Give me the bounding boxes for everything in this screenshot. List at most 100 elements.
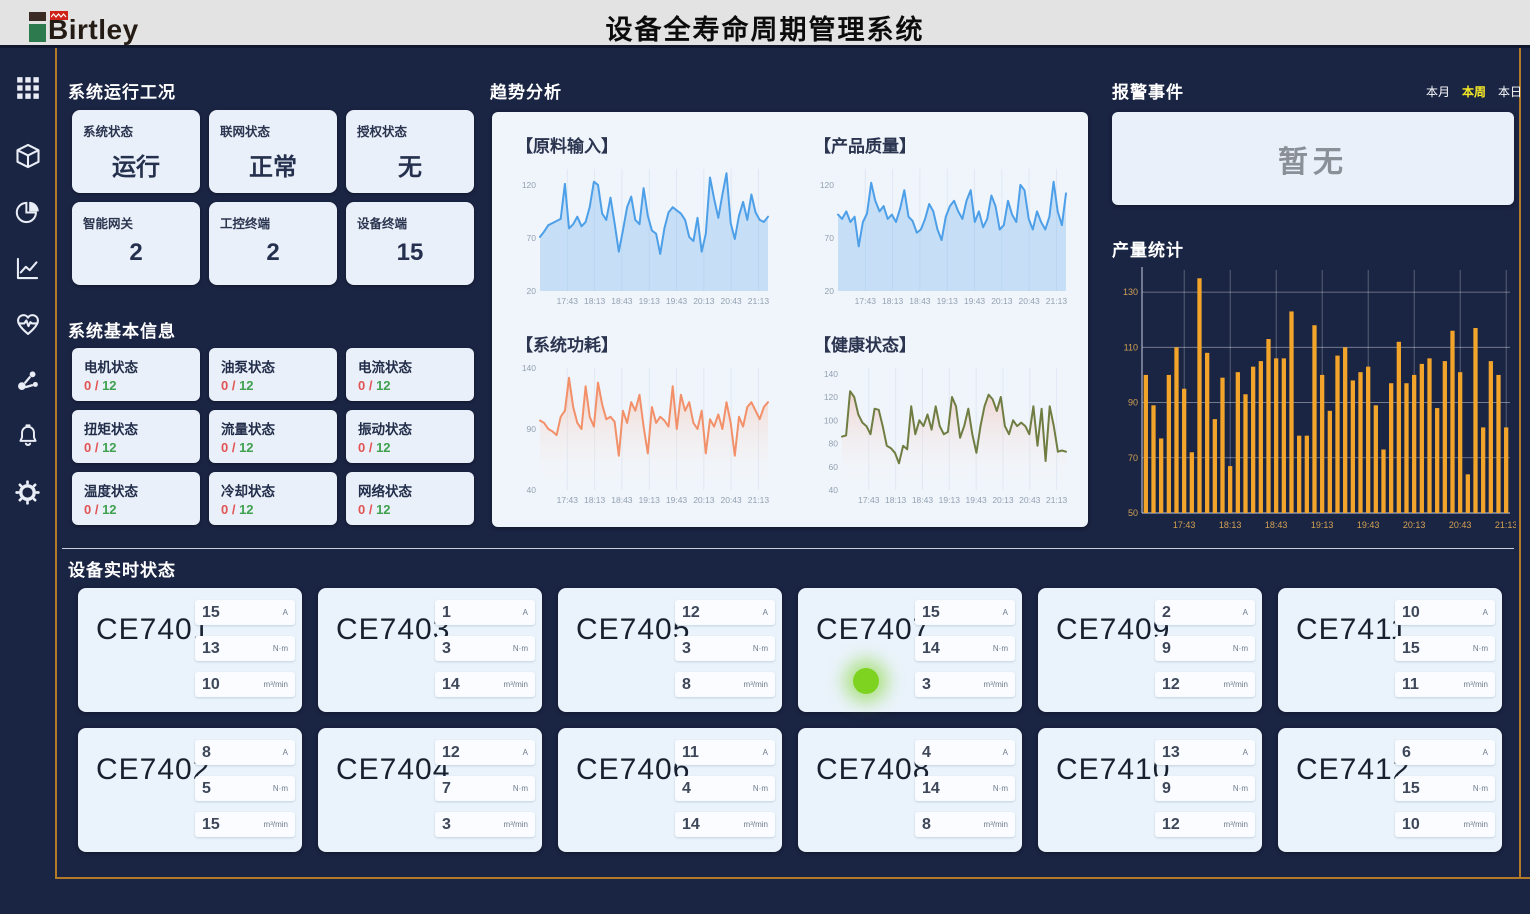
device-metric-row: 13A [1155,740,1255,765]
device-card[interactable]: CE7410 13A 9N·m 12m³/min [1038,728,1262,852]
metric-value: 12 [442,744,460,762]
info-card-total-count: 12 [376,440,390,455]
device-metric-row: 2A [1155,600,1255,625]
sidebar-item-apps[interactable] [13,73,43,103]
status-card-value: 正常 [209,147,337,182]
health-pulse-icon [14,310,42,338]
metric-value: 12 [1162,816,1180,834]
tab-today[interactable]: 本日 [1498,83,1522,100]
metric-value: 2 [1162,604,1171,622]
gear-icon [14,479,41,506]
device-card[interactable]: CE7401 15A 13N·m 10m³/min [78,588,302,712]
device-card[interactable]: CE7412 6A 15N·m 10m³/min [1278,728,1502,852]
right-gold-divider [1519,48,1521,877]
quality-chart: 17:4318:1318:4319:1319:4320:1320:4321:13… [812,163,1074,309]
device-metric-row: 15A [915,600,1015,625]
metric-value: 13 [202,640,220,658]
device-card[interactable]: CE7406 11A 4N·m 14m³/min [558,728,782,852]
device-card[interactable]: CE7411 10A 15N·m 11m³/min [1278,588,1502,712]
molecule-icon [14,367,41,394]
quality-chart-title: 【产品质量】 [814,132,1074,157]
device-card[interactable]: CE7408 4A 14N·m 8m³/min [798,728,1022,852]
metric-value: 10 [1402,816,1420,834]
svg-text:18:43: 18:43 [611,296,633,306]
metric-value: 14 [922,780,940,798]
device-metrics: 4A 14N·m 8m³/min [915,740,1015,837]
info-card-value: 0 / 12 [84,502,200,517]
svg-text:20:13: 20:13 [693,495,715,505]
svg-text:90: 90 [1128,398,1138,408]
power-chart-cell: 【系统功耗】 17:4318:1318:4319:1319:4320:1320:… [514,323,776,508]
info-card-label: 振动状态 [358,418,474,438]
device-metric-row: 14N·m [915,636,1015,661]
metric-value: 14 [442,676,460,694]
metric-unit: A [763,748,768,757]
info-card: 冷却状态 0 / 12 [209,472,337,525]
info-card: 扭矩状态 0 / 12 [72,410,200,463]
svg-text:18:13: 18:13 [885,495,907,505]
metric-unit: N·m [1473,784,1488,793]
svg-text:19:13: 19:13 [639,296,661,306]
svg-text:18:13: 18:13 [584,495,606,505]
alarm-events-panel: 暂无 [1112,112,1514,205]
cube-icon [14,142,42,170]
sidebar-item-alerts[interactable] [13,421,43,451]
device-metric-row: 7N·m [435,776,535,801]
sidebar-item-health[interactable] [13,309,43,339]
sidebar-item-settings[interactable] [13,477,43,507]
metric-unit: A [283,608,288,617]
device-card[interactable]: CE7403 1A 3N·m 14m³/min [318,588,542,712]
sidebar-item-network[interactable] [13,365,43,395]
svg-text:19:13: 19:13 [1311,520,1334,530]
device-card[interactable]: CE7409 2A 9N·m 12m³/min [1038,588,1262,712]
svg-text:130: 130 [1123,287,1138,297]
status-card-label: 工控终端 [220,213,270,232]
metric-value: 15 [202,604,220,622]
device-card[interactable]: CE7402 8A 5N·m 15m³/min [78,728,302,852]
metric-value: 8 [202,744,211,762]
tab-this-month[interactable]: 本月 [1426,83,1450,100]
pie-chart-icon [14,199,41,226]
metric-value: 7 [442,780,451,798]
metric-unit: N·m [273,784,288,793]
sidebar-item-model[interactable] [13,141,43,171]
svg-text:110: 110 [1124,342,1138,352]
metric-unit: m³/min [1464,680,1488,689]
device-metrics: 15A 13N·m 10m³/min [195,600,295,697]
info-card: 电流状态 0 / 12 [346,348,474,401]
sidebar-item-trends[interactable] [13,253,43,283]
device-card[interactable]: CE7404 12A 7N·m 3m³/min [318,728,542,852]
device-metric-row: 8m³/min [915,812,1015,837]
info-card-label: 冷却状态 [221,480,337,500]
metric-unit: m³/min [984,680,1008,689]
metric-unit: N·m [753,644,768,653]
svg-text:20:13: 20:13 [992,495,1014,505]
metric-value: 9 [1162,780,1171,798]
info-card-alarm-count: 0 / [84,378,102,393]
status-card-label: 设备终端 [357,213,407,232]
metric-unit: N·m [753,784,768,793]
tab-this-week[interactable]: 本周 [1462,83,1486,100]
sidebar-item-analytics[interactable] [13,197,43,227]
device-metric-row: 14m³/min [675,812,775,837]
info-card-total-count: 12 [239,440,253,455]
device-metric-row: 11A [675,740,775,765]
metric-unit: m³/min [1224,820,1248,829]
device-card[interactable]: CE7405 12A 3N·m 8m³/min [558,588,782,712]
device-card[interactable]: CE7407 15A 14N·m 3m³/min [798,588,1022,712]
metric-value: 9 [1162,640,1171,658]
svg-text:18:43: 18:43 [909,296,931,306]
status-card: 联网状态 正常 [209,110,337,193]
production-bar-chart: 50709011013017:4318:1318:4319:1319:4320:… [1112,262,1516,535]
device-metric-row: 6A [1395,740,1495,765]
svg-text:19:13: 19:13 [639,495,661,505]
device-metric-row: 12A [675,600,775,625]
svg-text:70: 70 [527,233,537,243]
svg-text:120: 120 [820,180,834,190]
svg-text:17:43: 17:43 [557,495,579,505]
info-card-total-count: 12 [239,378,253,393]
device-metrics: 10A 15N·m 11m³/min [1395,600,1495,697]
metric-unit: N·m [1233,644,1248,653]
device-metric-row: 15 A [195,600,295,625]
device-name: CE7411 [1296,613,1408,647]
